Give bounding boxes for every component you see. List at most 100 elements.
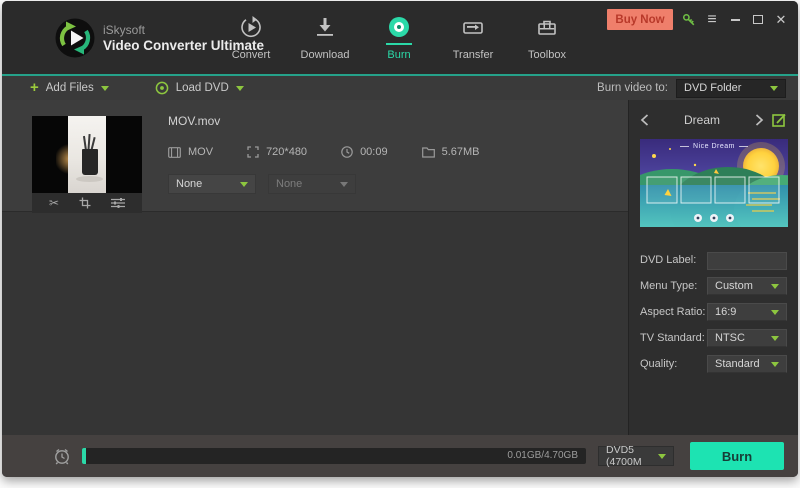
tab-transfer[interactable]: Transfer [436,14,510,61]
tab-underline [312,43,338,45]
tab-underline [238,43,264,45]
buy-now-button[interactable]: Buy Now [607,9,673,30]
chevron-down-icon [771,310,779,315]
tv-standard-select[interactable]: NTSC [707,329,787,347]
convert-icon [239,14,263,40]
file-option-row: None None [168,174,612,194]
video-thumbnail[interactable] [32,116,142,193]
tab-burn[interactable]: Burn [362,14,436,61]
folder-icon [422,147,435,158]
chevron-down-icon[interactable] [236,86,244,91]
disc-type-select[interactable]: DVD5 (4700M [598,446,674,466]
quality-label: Quality: [640,358,677,370]
menu-type-row: Menu Type: Custom [640,273,787,299]
clock-icon [341,146,353,158]
menu-template-preview[interactable]: Nice Dream [640,139,788,227]
quality-select[interactable]: Standard [707,355,787,373]
aspect-ratio-select[interactable]: 16:9 [707,303,787,321]
aspect-ratio-row: Aspect Ratio: 16:9 [640,299,787,325]
video-thumbnail-block: ✂ [32,116,142,213]
dvd-label-input[interactable] [707,252,787,270]
tab-label: Transfer [453,49,494,61]
chevron-down-icon [658,454,666,459]
tab-label: Convert [232,49,271,61]
dvd-settings-sidebar: Dream [628,100,798,435]
file-list-empty-space [2,212,628,435]
tab-label: Burn [387,49,410,61]
burn-target-select[interactable]: DVD Folder [676,79,786,98]
quality-row: Quality: Standard [640,351,787,377]
download-icon [313,14,337,40]
tab-underline [460,43,486,45]
content-area: ✂ [2,100,798,435]
chevron-left-icon[interactable] [640,114,649,126]
tab-convert[interactable]: Convert [214,14,288,61]
disc-icon [155,81,169,95]
app-window: iSkysoft Video Converter Ultimate Conver… [2,1,798,477]
preview-title: Nice Dream [640,143,788,150]
crop-icon[interactable] [79,197,91,209]
dvd-label-row: DVD Label: [640,247,787,273]
burn-video-to: Burn video to: DVD Folder [597,79,786,98]
capacity-progress-bar: 0.01GB/4.70GB [82,448,586,464]
status-bar: 0.01GB/4.70GB DVD5 (4700M Burn [2,435,798,477]
dvd-settings: DVD Label: Menu Type: Custom Aspect Rati… [640,247,787,377]
effects-sliders-icon[interactable] [111,197,125,209]
tab-label: Download [301,49,350,61]
tab-underline [534,43,560,45]
load-dvd-label: Load DVD [176,82,229,94]
duration-value: 00:09 [360,146,388,158]
file-name: MOV.mov [168,114,612,128]
clip-tools: ✂ [32,193,142,213]
app-logo-icon [55,18,95,58]
add-files-button[interactable]: + Add Files [30,81,109,95]
effect-select[interactable]: None [168,174,256,194]
duration-info: 00:09 [341,146,388,158]
chevron-down-icon [771,362,779,367]
timer-alarm-icon[interactable] [52,446,72,466]
chevron-down-icon [240,182,248,187]
format-info: MOV [168,146,213,158]
minimize-icon[interactable] [728,10,742,30]
plus-icon: + [30,81,39,95]
menu-type-label: Menu Type: [640,280,697,292]
menu-icon[interactable]: ≡ [705,10,719,30]
chevron-right-icon[interactable] [755,114,764,126]
burn-video-to-label: Burn video to: [597,82,668,94]
burn-icon [389,14,409,40]
tab-download[interactable]: Download [288,14,362,61]
tab-label: Toolbox [528,49,566,61]
size-value: 5.67MB [442,146,480,158]
template-name: Dream [649,113,755,127]
film-icon [168,147,181,158]
add-files-label: Add Files [46,82,94,94]
menu-type-select[interactable]: Custom [707,277,787,295]
burn-button[interactable]: Burn [690,442,784,470]
chevron-down-icon[interactable] [101,86,109,91]
register-key-icon[interactable] [682,10,696,30]
chevron-down-icon [770,86,778,91]
aspect-ratio-label: Aspect Ratio: [640,306,705,318]
resolution-value: 720*480 [266,146,307,158]
main-nav: Convert Download Burn [214,14,586,61]
file-row[interactable]: ✂ [2,100,628,212]
tv-standard-row: TV Standard: NTSC [640,325,787,351]
tab-toolbox[interactable]: Toolbox [510,14,584,61]
capacity-progress-fill [82,448,86,464]
close-icon[interactable]: ✕ [774,10,788,30]
tv-standard-label: TV Standard: [640,332,705,344]
maximize-icon[interactable] [751,10,765,30]
toolbar: + Add Files Load DVD Burn video to: DVD … [2,76,798,100]
file-info: MOV.mov MOV [168,114,612,194]
load-dvd-button[interactable]: Load DVD [155,81,244,95]
tab-underline-active [386,43,412,45]
window-controls: Buy Now ≡ ✕ [607,9,788,30]
title-bar: iSkysoft Video Converter Ultimate Conver… [2,1,798,76]
dvd-label-label: DVD Label: [640,254,696,266]
resolution-info: 720*480 [247,146,307,158]
toolbox-icon [535,14,559,40]
edit-template-icon[interactable] [772,112,787,127]
trim-scissors-icon[interactable]: ✂ [49,196,59,210]
capacity-text: 0.01GB/4.70GB [507,448,578,464]
chevron-down-icon [771,336,779,341]
